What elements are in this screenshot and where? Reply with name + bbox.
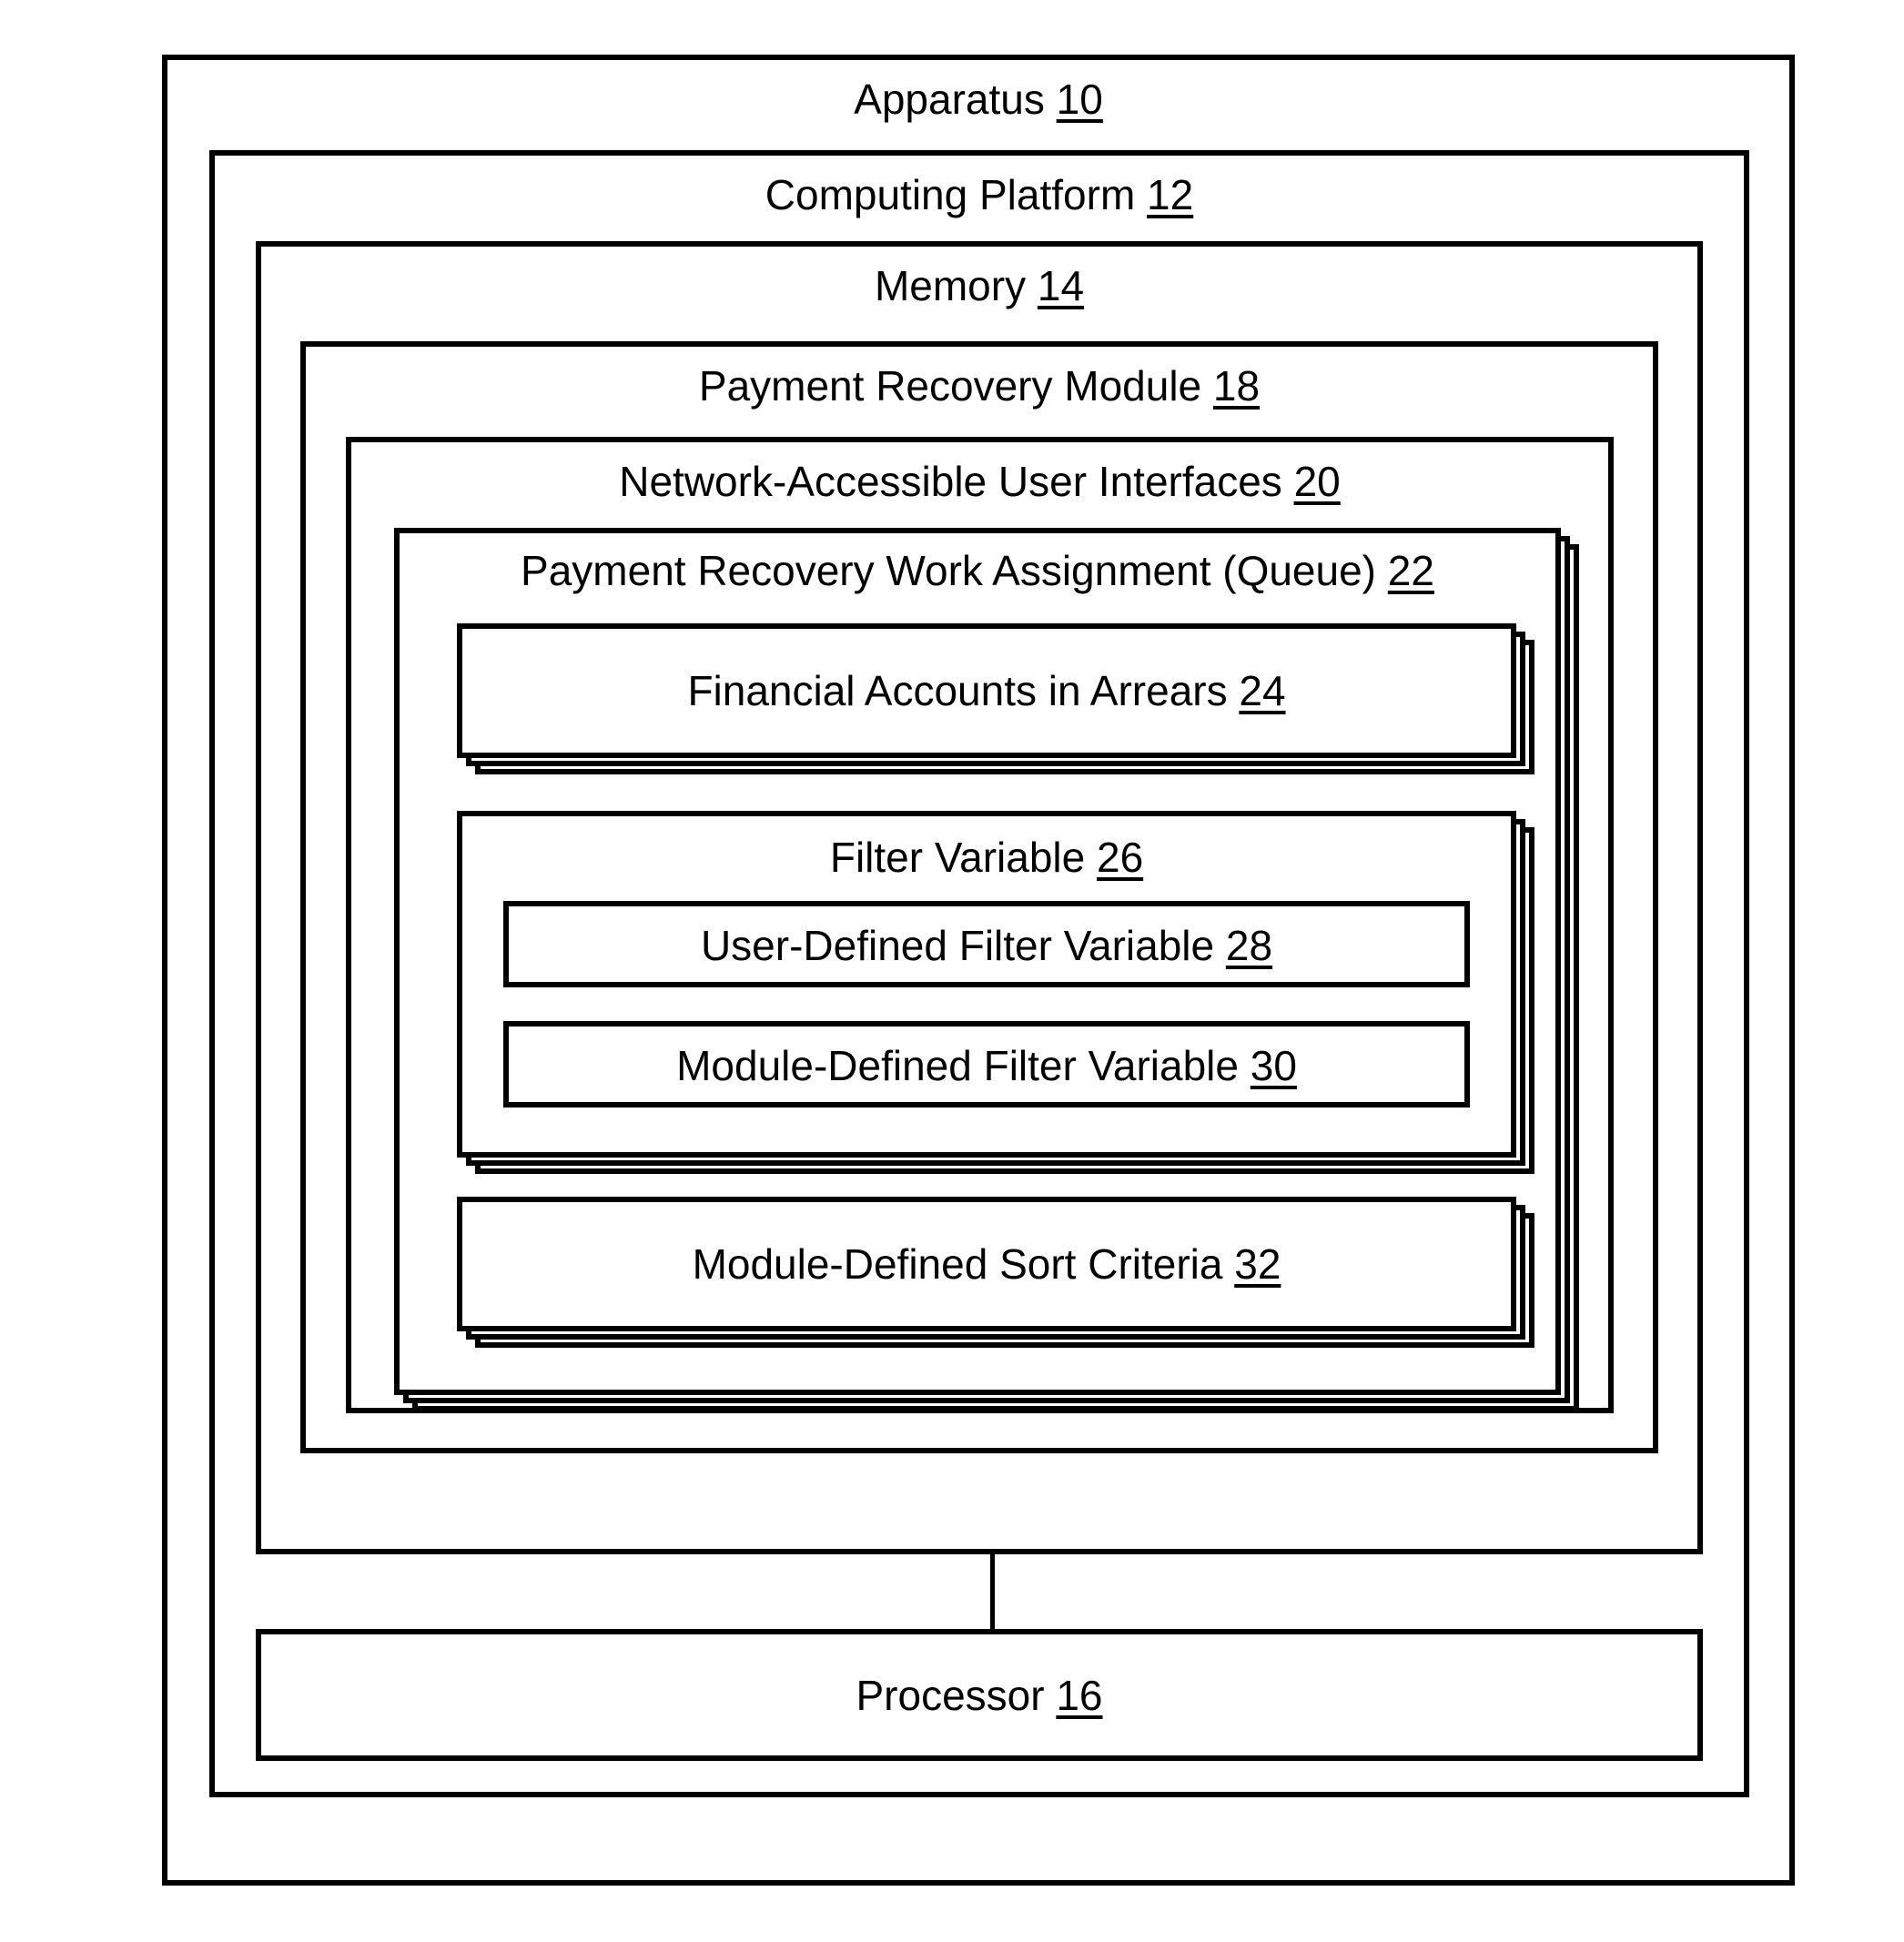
ref-apparatus: 10 xyxy=(1056,76,1103,123)
ref-queue: 22 xyxy=(1387,547,1434,594)
box-module-defined-filter-variable: Module-Defined Filter Variable 30 xyxy=(503,1021,1470,1108)
ref-module-defined-sort-criteria: 32 xyxy=(1234,1240,1281,1288)
memory-processor-connector-line xyxy=(990,1554,995,1631)
label-computing-platform-text: Computing Platform xyxy=(765,171,1136,218)
ref-financial-accounts-in-arrears: 24 xyxy=(1239,667,1286,714)
label-user-defined-filter-variable-text: User-Defined Filter Variable xyxy=(700,922,1215,969)
box-user-defined-filter-variable: User-Defined Filter Variable 28 xyxy=(503,901,1470,987)
ref-payment-recovery-module: 18 xyxy=(1212,362,1261,410)
ref-filter-variable: 26 xyxy=(1096,834,1144,881)
box-module-defined-sort-criteria: Module-Defined Sort Criteria 32 xyxy=(457,1197,1516,1331)
label-payment-recovery-module-text: Payment Recovery Module xyxy=(698,362,1202,410)
label-processor: Processor 16 xyxy=(261,1673,1697,1719)
label-network-accessible-user-interfaces: Network-Accessible User Interfaces 20 xyxy=(351,459,1608,505)
label-queue: Payment Recovery Work Assignment (Queue)… xyxy=(400,548,1555,594)
label-queue-text: Payment Recovery Work Assignment (Queue) xyxy=(521,547,1376,594)
label-computing-platform: Computing Platform 12 xyxy=(215,172,1744,218)
label-user-defined-filter-variable: User-Defined Filter Variable 28 xyxy=(509,923,1464,969)
label-financial-accounts-in-arrears-text: Financial Accounts in Arrears xyxy=(687,667,1228,714)
label-memory-text: Memory xyxy=(874,262,1027,309)
label-module-defined-sort-criteria-text: Module-Defined Sort Criteria xyxy=(692,1240,1223,1288)
label-filter-variable-text: Filter Variable xyxy=(829,834,1086,881)
box-financial-accounts-in-arrears: Financial Accounts in Arrears 24 xyxy=(457,623,1516,758)
ref-processor: 16 xyxy=(1056,1672,1103,1719)
ref-user-defined-filter-variable: 28 xyxy=(1225,922,1273,969)
box-processor: Processor 16 xyxy=(256,1629,1703,1761)
ref-network-accessible-user-interfaces: 20 xyxy=(1293,458,1341,505)
label-filter-variable: Filter Variable 26 xyxy=(462,834,1511,881)
label-apparatus-text: Apparatus xyxy=(854,76,1045,123)
label-processor-text: Processor xyxy=(856,1672,1045,1719)
label-payment-recovery-module: Payment Recovery Module 18 xyxy=(306,363,1653,410)
label-module-defined-sort-criteria: Module-Defined Sort Criteria 32 xyxy=(462,1241,1511,1288)
label-apparatus: Apparatus 10 xyxy=(167,76,1789,123)
patent-figure-canvas: Apparatus 10 Computing Platform 12 Memor… xyxy=(0,0,1904,1942)
ref-computing-platform: 12 xyxy=(1147,171,1194,218)
label-financial-accounts-in-arrears: Financial Accounts in Arrears 24 xyxy=(462,668,1511,714)
label-memory: Memory 14 xyxy=(261,263,1697,309)
label-module-defined-filter-variable-text: Module-Defined Filter Variable xyxy=(676,1042,1239,1089)
ref-memory: 14 xyxy=(1037,262,1085,309)
ref-module-defined-filter-variable: 30 xyxy=(1250,1042,1297,1089)
label-network-accessible-user-interfaces-text: Network-Accessible User Interfaces xyxy=(619,458,1282,505)
label-module-defined-filter-variable: Module-Defined Filter Variable 30 xyxy=(509,1043,1464,1089)
